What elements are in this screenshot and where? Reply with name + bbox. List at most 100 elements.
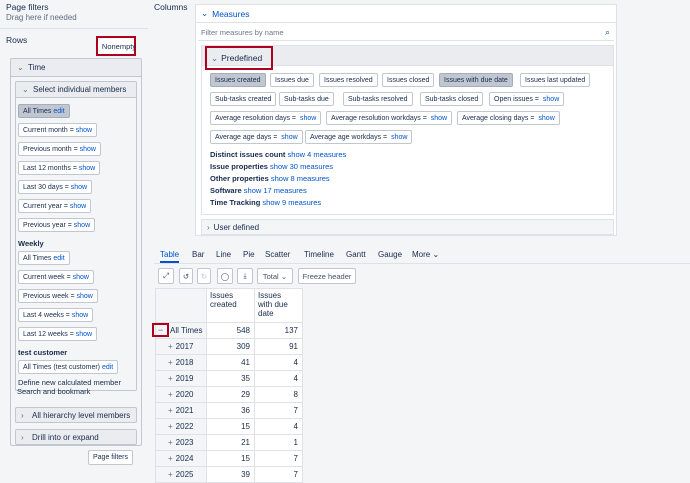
show-link[interactable]: show [72, 312, 88, 319]
show-link[interactable]: show [391, 134, 407, 141]
measures-header[interactable]: ⌄ Measures [196, 5, 616, 23]
measure-avg-resolution-workdays[interactable]: Average resolution workdays = show [326, 111, 453, 125]
total-dropdown[interactable]: Total ⌄ [257, 268, 293, 284]
edit-link[interactable]: edit [102, 364, 113, 371]
member-previous-week[interactable]: Previous week = show [18, 289, 98, 303]
measure-subtasks-closed[interactable]: Sub-tasks closed [420, 92, 484, 106]
show-link[interactable]: show [76, 331, 92, 338]
all-hierarchy-section[interactable]: › All hierarchy level members [15, 407, 137, 423]
measure-subtasks-created[interactable]: Sub-tasks created [210, 92, 277, 106]
member-all-times[interactable]: All Times edit [18, 104, 70, 118]
measure-subtasks-due[interactable]: Sub-tasks due [279, 92, 334, 106]
measure-issues-created[interactable]: Issues created [210, 73, 266, 87]
table-row-label[interactable]: +2025 [155, 467, 207, 483]
tab-line[interactable]: Line [216, 250, 231, 259]
tab-bar[interactable]: Bar [192, 250, 204, 259]
member-last-4-weeks[interactable]: Last 4 weeks = show [18, 308, 94, 322]
time-panel-header[interactable]: ⌄ Time [11, 59, 141, 77]
column-header-issues-with-due-date[interactable]: Issues with due date [255, 288, 303, 323]
measures-filter-input[interactable]: Filter measures by name ⌕ [198, 25, 614, 41]
show-link[interactable]: show [80, 146, 96, 153]
column-header-issues-created[interactable]: Issues created [207, 288, 255, 323]
member-previous-year[interactable]: Previous year = show [18, 218, 96, 232]
measure-issues-closed[interactable]: Issues closed [382, 73, 435, 87]
tab-gauge[interactable]: Gauge [378, 250, 402, 259]
table-row-label[interactable]: +2023 [155, 435, 207, 451]
expand-plus-icon[interactable]: + [168, 422, 173, 431]
member-current-week[interactable]: Current week = show [18, 270, 94, 284]
member-current-month[interactable]: Current month = show [18, 123, 98, 137]
user-defined-section[interactable]: › User defined [201, 219, 614, 235]
tab-more[interactable]: More ⌄ [412, 250, 439, 259]
table-row-label[interactable]: +2018 [155, 355, 207, 371]
expand-plus-icon[interactable]: + [168, 438, 173, 447]
show-measures-link[interactable]: show 17 measures [244, 186, 307, 195]
show-link[interactable]: show [76, 127, 92, 134]
member-last-12-months[interactable]: Last 12 months = show [18, 161, 101, 175]
measure-subtasks-resolved[interactable]: Sub-tasks resolved [343, 92, 413, 106]
measure-avg-resolution-days[interactable]: Average resolution days = show [210, 111, 322, 125]
show-link[interactable]: show [73, 274, 89, 281]
show-link[interactable]: show [71, 184, 87, 191]
measure-avg-age-days[interactable]: Average age days = show [210, 130, 303, 144]
member-previous-month[interactable]: Previous month = show [18, 142, 101, 156]
search-bookmark-link[interactable]: Search and bookmark [17, 387, 90, 396]
member-current-year[interactable]: Current year = show [18, 199, 92, 213]
comment-icon[interactable]: ◯ [217, 268, 233, 284]
select-members-header[interactable]: ⌄ Select individual members [16, 82, 136, 98]
expand-plus-icon[interactable]: + [168, 358, 173, 367]
expand-plus-icon[interactable]: + [168, 374, 173, 383]
table-row-label[interactable]: +2020 [155, 387, 207, 403]
redo-icon[interactable]: ↻ [197, 268, 211, 284]
undo-icon[interactable]: ↺ [179, 268, 193, 284]
measure-issues-resolved[interactable]: Issues resolved [319, 73, 378, 87]
drill-section[interactable]: › Drill into or expand [15, 429, 137, 445]
show-measures-link[interactable]: show 9 measures [262, 198, 321, 207]
tab-scatter[interactable]: Scatter [265, 250, 290, 259]
tab-timeline[interactable]: Timeline [304, 250, 334, 259]
show-link[interactable]: show [79, 165, 95, 172]
measure-issues-with-due-date[interactable]: Issues with due date [439, 73, 513, 87]
page-filters-button[interactable]: Page filters [88, 450, 134, 465]
show-link[interactable]: show [70, 203, 86, 210]
show-link[interactable]: show [543, 96, 559, 103]
expand-plus-icon[interactable]: + [168, 470, 173, 479]
member-all-times-test-customer[interactable]: All Times (test customer) edit [18, 360, 119, 374]
show-measures-link[interactable]: show 30 measures [270, 162, 333, 171]
freeze-header-button[interactable]: Freeze header [298, 268, 356, 284]
measure-open-issues[interactable]: Open issues = show [489, 92, 565, 106]
table-row-label[interactable]: +2017 [155, 339, 207, 355]
expand-plus-icon[interactable]: + [168, 406, 173, 415]
show-link[interactable]: show [74, 222, 90, 229]
show-link[interactable]: show [281, 134, 297, 141]
predefined-title-highlight[interactable]: ⌄ Predefined [205, 46, 273, 70]
download-icon[interactable]: ⤓ [237, 268, 253, 284]
table-row-label[interactable]: +2024 [155, 451, 207, 467]
define-calculated-member-link[interactable]: Define new calculated member [18, 378, 121, 387]
tab-table[interactable]: Table [160, 250, 180, 263]
member-all-times-weekly[interactable]: All Times edit [18, 251, 70, 265]
expand-icon[interactable]: ⤢ [158, 268, 174, 284]
edit-link[interactable]: edit [53, 255, 64, 262]
measure-issues-last-updated[interactable]: Issues last updated [520, 73, 591, 87]
measure-avg-age-workdays[interactable]: Average age workdays = show [305, 130, 413, 144]
measure-issues-due[interactable]: Issues due [270, 73, 314, 87]
expand-plus-icon[interactable]: + [168, 454, 173, 463]
tab-pie[interactable]: Pie [243, 250, 255, 259]
expand-plus-icon[interactable]: + [168, 342, 173, 351]
tab-gantt[interactable]: Gantt [346, 250, 366, 259]
table-row-label[interactable]: +2022 [155, 419, 207, 435]
measure-avg-closing-days[interactable]: Average closing days = show [457, 111, 560, 125]
show-measures-link[interactable]: show 8 measures [271, 174, 330, 183]
show-link[interactable]: show [77, 293, 93, 300]
edit-link[interactable]: edit [53, 108, 64, 115]
table-row-label[interactable]: +2019 [155, 371, 207, 387]
nonempty-toggle[interactable]: Nonempty [96, 36, 136, 56]
show-measures-link[interactable]: show 4 measures [288, 150, 347, 159]
show-link[interactable]: show [538, 115, 554, 122]
expand-plus-icon[interactable]: + [168, 390, 173, 399]
table-row-label[interactable]: +2021 [155, 403, 207, 419]
member-last-12-weeks[interactable]: Last 12 weeks = show [18, 327, 98, 341]
member-last-30-days[interactable]: Last 30 days = show [18, 180, 93, 194]
show-link[interactable]: show [431, 115, 447, 122]
